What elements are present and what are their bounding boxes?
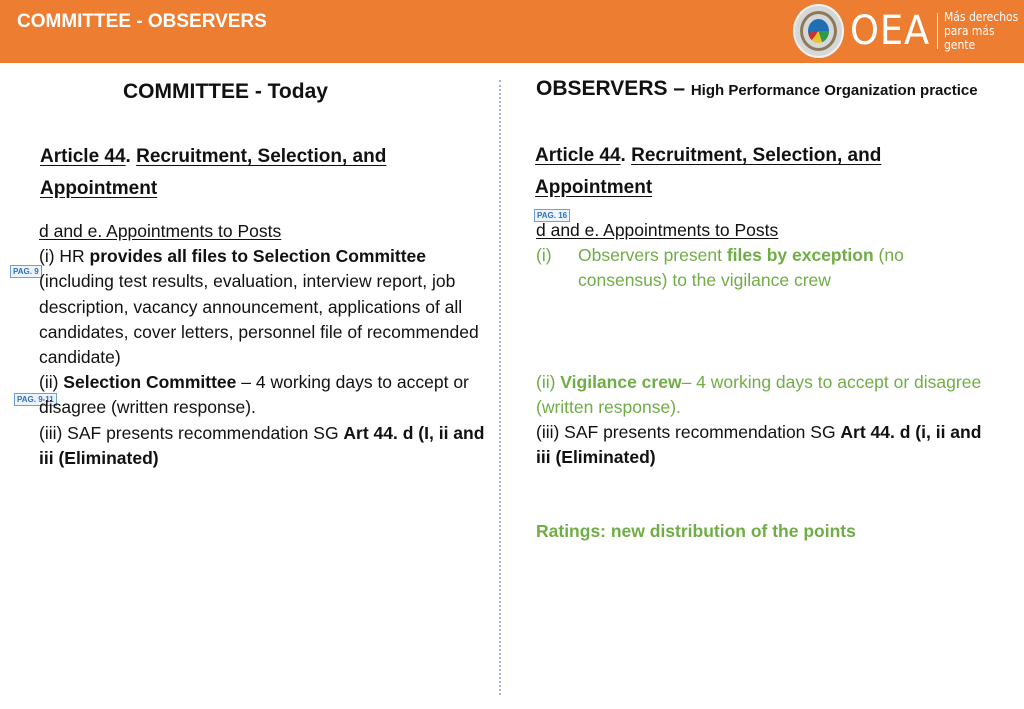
left-item-3: (iii) SAF presents recommendation SG Art… <box>39 421 497 471</box>
right-item-2: (ii) Vigilance crew– 4 working days to a… <box>536 370 996 420</box>
right-item-1-number: (i) <box>536 245 552 266</box>
left-article-title-2: Appointment <box>40 178 158 199</box>
column-divider <box>499 80 501 695</box>
right-body: d and e. Appointments to Posts (i) Obser… <box>536 218 996 470</box>
page-ref-tag[interactable]: PAG. 9 <box>10 265 42 278</box>
right-item-1: (i) Observers present files by exception… <box>536 243 996 293</box>
left-article-label: Article 44 <box>40 146 126 167</box>
left-article-sep: . <box>125 146 131 167</box>
left-item-1-prefix: (i) HR <box>39 246 90 267</box>
right-title-main: OBSERVERS – <box>536 77 691 100</box>
right-article-title-2: Appointment <box>535 177 653 198</box>
logo-tagline: Más derechos para más gente <box>944 10 1024 52</box>
right-item-1-text: Observers present files by exception (no… <box>578 243 996 293</box>
logo-separator <box>937 13 938 49</box>
right-item-3: (iii) SAF presents recommendation SG Art… <box>536 420 996 470</box>
left-item-2-bold: Selection Committee <box>63 372 237 393</box>
logo-tagline-line1: Más derechos <box>943 10 1019 24</box>
right-item-1-bold: files by exception <box>726 245 874 266</box>
left-item-2-prefix: (ii) <box>39 372 64 393</box>
left-item-1: (i) HR provides all files to Selection C… <box>39 244 497 370</box>
left-item-2: (ii) Selection Committee – 4 working day… <box>39 370 497 420</box>
left-section-heading: d and e. Appointments to Posts <box>39 221 282 241</box>
oea-logo: OEA Más derechos para más gente <box>793 3 1024 59</box>
right-item-2-bold: Vigilance crew <box>560 371 682 392</box>
right-item-3-prefix: (iii) SAF presents recommendation SG <box>536 422 841 443</box>
ratings-note: Ratings: new distribution of the points <box>536 521 856 541</box>
right-item-1-prefix: Observers present <box>578 245 727 266</box>
oas-seal-icon <box>793 4 844 58</box>
right-title-subtitle: High Performance Organization practice <box>690 82 978 99</box>
right-article-label: Article 44 <box>535 145 621 166</box>
logo-tagline-line2: para más gente <box>943 24 995 52</box>
left-article-heading: Article 44. Recruitment, Selection, and … <box>40 141 480 205</box>
left-column-title: COMMITTEE - Today <box>123 80 328 103</box>
left-article-title-1: Recruitment, Selection, and <box>136 146 387 167</box>
page-title: COMMITTEE - OBSERVERS <box>17 11 267 32</box>
left-body: d and e. Appointments to Posts (i) HR pr… <box>39 219 497 471</box>
left-item-1-bold: provides all files to Selection Committe… <box>89 246 427 267</box>
header-bar: COMMITTEE - OBSERVERS OEA Más derechos p… <box>0 0 1024 63</box>
right-section-heading: d and e. Appointments to Posts <box>536 220 779 240</box>
right-column-title: OBSERVERS – High Performance Organizatio… <box>536 77 978 101</box>
logo-text: OEA <box>849 8 931 54</box>
left-item-3-prefix: (iii) SAF presents recommendation SG <box>39 422 344 443</box>
right-article-heading: Article 44. Recruitment, Selection, and … <box>535 140 975 204</box>
right-article-sep: . <box>620 145 626 166</box>
right-article-title-1: Recruitment, Selection, and <box>631 145 882 166</box>
right-item-2-prefix: (ii) <box>536 371 561 392</box>
left-item-1-rest: (including test results, evaluation, int… <box>39 271 479 368</box>
